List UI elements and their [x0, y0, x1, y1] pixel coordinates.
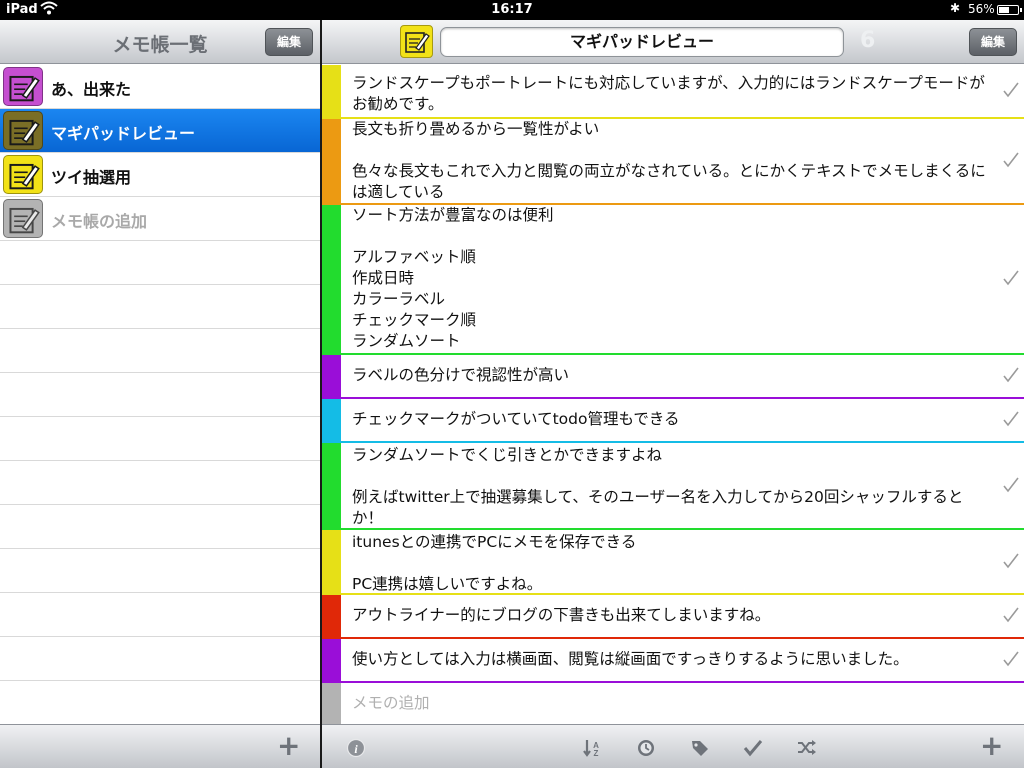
- add-notebook-label: メモ帳の追加: [51, 212, 148, 231]
- empty-row: [0, 417, 320, 461]
- bluetooth-icon: ✱: [950, 1, 961, 15]
- sort-alpha-icon[interactable]: AZ: [582, 738, 602, 758]
- svg-text:Z: Z: [594, 749, 599, 758]
- right-navbar: マギパッドレビュー 6 編集: [322, 20, 1024, 64]
- memo-item[interactable]: 長文も折り畳めるから一覧性がよい 色々な長文もこれで入力と閲覧の両立がなされてい…: [322, 119, 1024, 205]
- memo-text: 長文も折り畳めるから一覧性がよい 色々な長文もこれで入力と閲覧の両立がなされてい…: [352, 120, 986, 201]
- notebook-list: あ、出来た マギパッドレビュー ツイ抽選用 メモ帳の追加: [0, 65, 320, 725]
- memo-text: ランダムソートでくじ引きとかできますよね 例えばtwitter上で抽選募集して、…: [352, 446, 964, 527]
- notebook-label: ツイ抽選用: [51, 168, 132, 187]
- memo-list: ランドスケープもポートレートにも対応していますが、入力的にはランドスケープモード…: [322, 65, 1024, 727]
- battery-icon: [997, 5, 1022, 15]
- clock-icon[interactable]: [636, 738, 656, 758]
- right-toolbar: i AZ +: [322, 724, 1024, 768]
- empty-row: [0, 285, 320, 329]
- memo-text: ランドスケープもポートレートにも対応していますが、入力的にはランドスケープモード…: [352, 74, 985, 113]
- empty-row: [0, 593, 320, 637]
- clock-label: 16:17: [491, 2, 533, 17]
- memo-text: 使い方としては入力は横画面、閲覧は縦画面ですっきりするように思いました。: [352, 650, 909, 668]
- memo-item[interactable]: ラベルの色分けで視認性が高い: [322, 355, 1024, 399]
- empty-row: [0, 461, 320, 505]
- color-label-bar[interactable]: [322, 119, 341, 203]
- memo-item[interactable]: ソート方法が豊富なのは便利 アルファベット順 作成日時 カラーラベル チェックマ…: [322, 205, 1024, 355]
- checkmark-icon[interactable]: [1002, 366, 1020, 384]
- notebook-item[interactable]: ツイ抽選用: [0, 153, 320, 197]
- shuffle-icon[interactable]: [797, 738, 817, 758]
- checkmark-icon[interactable]: [1002, 552, 1020, 570]
- checkmark-icon[interactable]: [1002, 650, 1020, 668]
- battery-percent: 56%: [968, 2, 995, 16]
- notepad-icon: [3, 67, 43, 106]
- plus-icon[interactable]: +: [980, 732, 1003, 760]
- memo-item[interactable]: チェックマークがついていてtodo管理もできる: [322, 399, 1024, 443]
- notebook-item-selected[interactable]: マギパッドレビュー: [0, 109, 320, 153]
- notebook-list-pane: メモ帳一覧 編集 あ、出来た マギパッドレビュー ツイ抽選用 メモ帳の追加 +: [0, 20, 320, 768]
- add-memo-row[interactable]: メモの追加: [322, 683, 1024, 727]
- left-navbar: メモ帳一覧 編集: [0, 20, 320, 64]
- memo-text: ソート方法が豊富なのは便利 アルファベット順 作成日時 カラーラベル チェックマ…: [352, 206, 554, 350]
- add-memo-label: メモの追加: [352, 694, 430, 712]
- memo-item[interactable]: 使い方としては入力は横画面、閲覧は縦画面ですっきりするように思いました。: [322, 639, 1024, 683]
- empty-row: [0, 329, 320, 373]
- notepad-icon: [3, 199, 43, 238]
- tag-icon[interactable]: [690, 738, 710, 758]
- memo-text: チェックマークがついていてtodo管理もできる: [352, 410, 680, 428]
- memo-item[interactable]: アウトライナー的にブログの下書きも出来てしまいますね。: [322, 595, 1024, 639]
- notebook-label: マギパッドレビュー: [51, 124, 196, 143]
- color-label-bar[interactable]: [322, 530, 341, 593]
- memo-count: 6: [860, 28, 876, 53]
- checkmark-icon[interactable]: [1002, 410, 1020, 428]
- add-notebook-row[interactable]: メモ帳の追加: [0, 197, 320, 241]
- color-label-bar[interactable]: [322, 355, 341, 397]
- color-label-bar[interactable]: [322, 443, 341, 528]
- memo-text: itunesとの連携でPCにメモを保存できる PC連携は嬉しいですよね。: [352, 533, 637, 593]
- notebook-item[interactable]: あ、出来た: [0, 65, 320, 109]
- empty-row: [0, 373, 320, 417]
- empty-row: [0, 549, 320, 593]
- memo-title-field[interactable]: マギパッドレビュー: [440, 27, 844, 57]
- memo-text: ラベルの色分けで視認性が高い: [352, 366, 570, 384]
- edit-notebooks-button[interactable]: 編集: [265, 28, 313, 56]
- color-label-bar[interactable]: [322, 65, 341, 117]
- info-icon[interactable]: i: [346, 738, 366, 758]
- checkmark-icon[interactable]: [1002, 81, 1020, 99]
- color-label-bar[interactable]: [322, 639, 341, 681]
- color-label-bar[interactable]: [322, 205, 341, 353]
- memo-detail-pane: マギパッドレビュー 6 編集 ランドスケープもポートレートにも対応していますが、…: [322, 20, 1024, 768]
- plus-icon[interactable]: +: [277, 732, 300, 760]
- empty-row: [0, 505, 320, 549]
- empty-row: [0, 637, 320, 681]
- memo-item[interactable]: itunesとの連携でPCにメモを保存できる PC連携は嬉しいですよね。: [322, 530, 1024, 595]
- empty-row: [0, 681, 320, 725]
- empty-row: [0, 241, 320, 285]
- color-label-bar[interactable]: [322, 595, 341, 637]
- checkmark-icon[interactable]: [1002, 606, 1020, 624]
- memo-item[interactable]: ランドスケープもポートレートにも対応していますが、入力的にはランドスケープモード…: [322, 65, 1024, 119]
- notepad-icon: [3, 111, 43, 150]
- memo-item[interactable]: ランダムソートでくじ引きとかできますよね 例えばtwitter上で抽選募集して、…: [322, 443, 1024, 530]
- left-toolbar: +: [0, 724, 320, 768]
- notebook-label: あ、出来た: [51, 80, 132, 99]
- notepad-icon[interactable]: [400, 25, 433, 58]
- checkmark-icon[interactable]: [1002, 476, 1020, 494]
- status-bar: iPad 16:17 ✱ 56%: [0, 0, 1024, 20]
- color-label-bar[interactable]: [322, 399, 341, 441]
- memo-text: アウトライナー的にブログの下書きも出来てしまいますね。: [352, 606, 771, 624]
- notepad-icon: [3, 155, 43, 194]
- color-label-bar: [322, 683, 341, 725]
- checkmark-icon[interactable]: [743, 738, 763, 758]
- checkmark-icon[interactable]: [1002, 269, 1020, 287]
- edit-memos-button[interactable]: 編集: [969, 28, 1017, 56]
- checkmark-icon[interactable]: [1002, 151, 1020, 169]
